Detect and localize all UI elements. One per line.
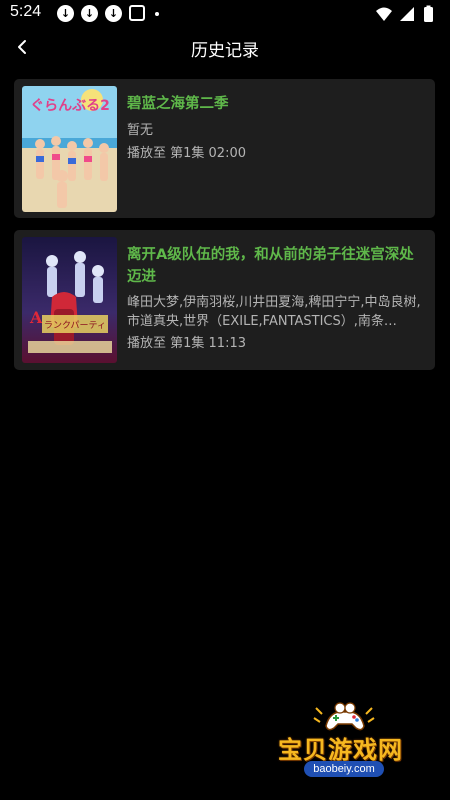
item-info: 碧蓝之海第二季 暂无 播放至 第1集 02:00	[127, 93, 425, 163]
svg-text:A: A	[29, 308, 43, 327]
item-progress: 播放至 第1集 02:00	[127, 146, 246, 161]
battery-icon	[424, 5, 433, 22]
item-progress: 播放至 第1集 11:13	[127, 336, 246, 351]
watermark-url: baobeiy.com	[304, 761, 384, 777]
item-title[interactable]: 碧蓝之海第二季	[127, 93, 425, 115]
status-bar: 5:24 ↓ ↓ ↓	[0, 0, 450, 28]
history-item[interactable]: A ランクパーティ 离开A级队伍的我，和从前的弟子往迷宫深处迈进 峰田大梦,伊南…	[14, 230, 435, 370]
download-icon: ↓	[105, 5, 122, 22]
signal-icon	[400, 7, 414, 21]
download-icon: ↓	[81, 5, 98, 22]
watermark-text: 宝贝游戏网	[278, 736, 403, 764]
item-cast: 峰田大梦,伊南羽桜,川井田夏海,稗田宁宁,中岛良树,市道真央,世界（EXILE,…	[127, 295, 421, 329]
history-item[interactable]: ぐらんぶる2 碧蓝之海第二季 暂无 播放至 第1集 02:00	[14, 79, 435, 218]
svg-text:ランクパーティ: ランクパーティ	[44, 320, 106, 331]
watermark-logo: 宝贝游戏网 baobeiy.com	[270, 700, 420, 790]
svg-text:ぐらんぶる2: ぐらんぶる2	[30, 98, 110, 114]
status-time: 5:24	[10, 3, 42, 20]
gamepad-icon	[313, 702, 375, 731]
page-title: 历史记录	[191, 41, 259, 61]
app-header: 历史记录	[0, 28, 450, 70]
item-title[interactable]: 离开A级队伍的我，和从前的弟子往迷宫深处迈进	[127, 244, 425, 288]
item-info: 离开A级队伍的我，和从前的弟子往迷宫深处迈进 峰田大梦,伊南羽桜,川井田夏海,稗…	[127, 244, 425, 353]
cover-image[interactable]: ぐらんぶる2	[22, 86, 117, 212]
system-icons	[372, 4, 442, 24]
dot-icon	[155, 12, 159, 16]
wifi-icon	[376, 7, 392, 21]
history-list: ぐらんぶる2 碧蓝之海第二季 暂无 播放至 第1集 02:00 A ランクパーテ…	[14, 79, 435, 382]
item-cast: 暂无	[127, 123, 154, 138]
gallery-icon	[129, 5, 145, 21]
cover-image[interactable]: A ランクパーティ	[22, 237, 117, 363]
download-icon: ↓	[57, 5, 74, 22]
